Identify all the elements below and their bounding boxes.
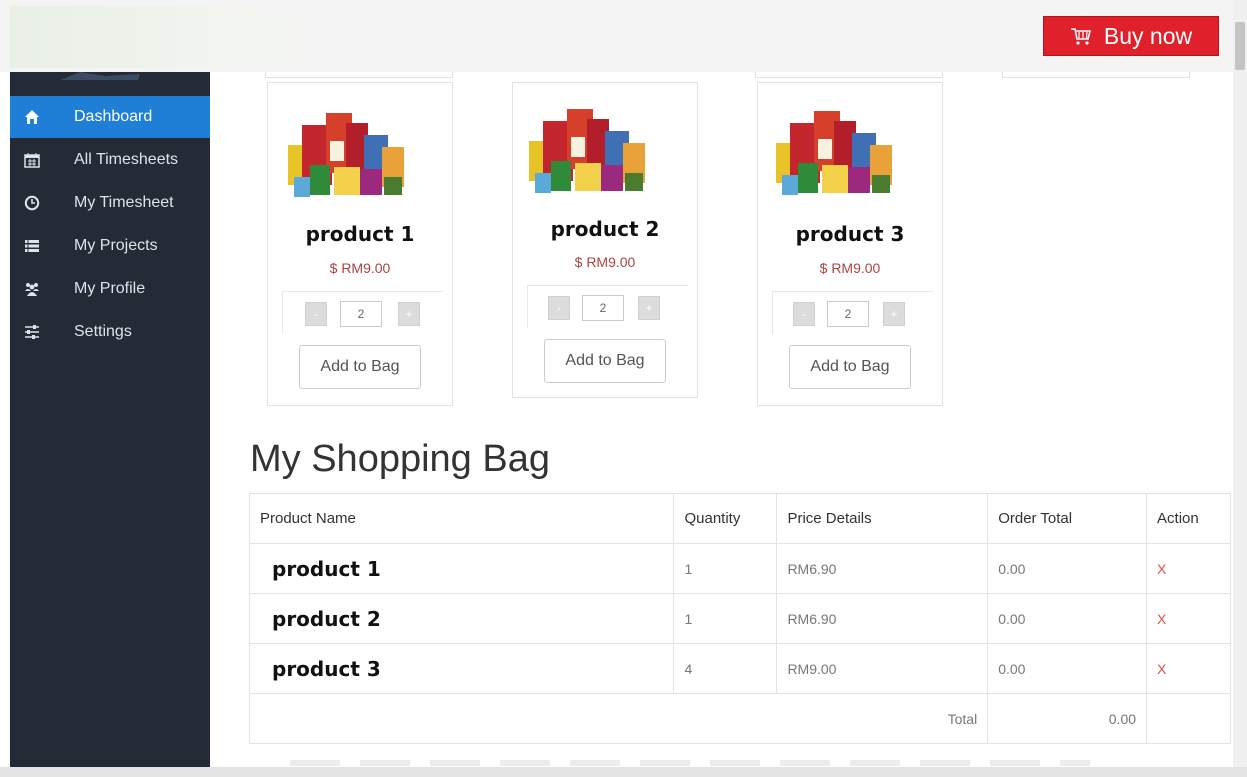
sidebar-item-my-projects[interactable]: My Projects	[10, 225, 210, 267]
card-edge	[265, 72, 453, 78]
product-name: product 3	[795, 222, 905, 246]
sidebar-item-label: All Timesheets	[74, 151, 179, 168]
footer-strip	[290, 760, 1090, 766]
order-total-cell: 0.00	[987, 643, 1148, 694]
price-cell: RM6.90	[776, 593, 989, 644]
quantity-input[interactable]: 2	[582, 295, 624, 321]
add-to-bag-button[interactable]: Add to Bag	[544, 339, 666, 383]
table-row: product 3 4 RM9.00 0.00 X	[248, 643, 1231, 694]
quantity-stepper: - 2 +	[772, 291, 933, 334]
shopping-bag-table: Product Name Quantity Price Details Orde…	[248, 493, 1231, 744]
product-price: $ RM9.00	[574, 254, 636, 270]
quantity-cell: 4	[673, 643, 778, 694]
product-price: $ RM9.00	[329, 260, 391, 276]
order-total-cell: 0.00	[987, 593, 1148, 644]
horizontal-scrollbar[interactable]	[0, 767, 1247, 777]
sidebar-item-dashboard[interactable]: Dashboard	[10, 96, 210, 138]
increment-button[interactable]: +	[638, 296, 660, 320]
quantity-stepper: - 2 +	[527, 285, 688, 328]
sidebar-item-label: My Projects	[74, 237, 158, 254]
users-icon	[25, 283, 39, 296]
column-header: Quantity	[673, 493, 778, 544]
remove-item-button[interactable]: X	[1146, 543, 1231, 594]
vertical-scrollbar-thumb[interactable]	[1235, 22, 1245, 70]
remove-item-button[interactable]: X	[1146, 593, 1231, 644]
add-to-bag-button[interactable]: Add to Bag	[789, 345, 911, 389]
card-edge	[1002, 72, 1190, 78]
sidebar-item-label: Settings	[74, 323, 132, 340]
logo-icon	[60, 72, 140, 80]
list-icon	[25, 240, 39, 252]
sidebar-item-all-timesheets[interactable]: All Timesheets	[10, 139, 210, 181]
buy-now-button[interactable]: Buy now	[1043, 16, 1219, 56]
card-edge	[755, 72, 943, 78]
sidebar-item-my-profile[interactable]: My Profile	[10, 268, 210, 310]
order-total-cell: 0.00	[987, 543, 1148, 594]
empty-cell	[1146, 693, 1231, 744]
product-image	[776, 111, 892, 195]
column-header: Price Details	[776, 493, 989, 544]
quantity-stepper: - 2 +	[282, 291, 443, 334]
table-row: product 2 1 RM6.90 0.00 X	[248, 593, 1231, 644]
logo-area	[10, 6, 350, 68]
sidebar-item-label: My Timesheet	[74, 194, 174, 211]
product-name: product 1	[305, 222, 415, 246]
table-header-row: Product Name Quantity Price Details Orde…	[248, 493, 1231, 544]
total-value: 0.00	[987, 693, 1148, 744]
product-name: product 2	[550, 217, 660, 241]
calendar-icon	[24, 153, 40, 168]
buy-now-label: Buy now	[1103, 22, 1193, 49]
product-card: product 3 $ RM9.00 - 2 + Add to Bag	[757, 82, 943, 406]
product-name-cell: product 2	[248, 593, 675, 644]
sidebar-item-label: My Profile	[74, 280, 146, 297]
column-header: Action	[1146, 493, 1231, 544]
quantity-cell: 1	[673, 593, 778, 644]
product-name-cell: product 3	[248, 643, 675, 694]
decrement-button[interactable]: -	[548, 296, 570, 320]
increment-button[interactable]: +	[398, 302, 420, 326]
decrement-button[interactable]: -	[305, 302, 327, 326]
price-cell: RM9.00	[776, 643, 989, 694]
product-image	[288, 113, 404, 197]
quantity-cell: 1	[673, 543, 778, 594]
column-header: Order Total	[987, 493, 1148, 544]
quantity-input[interactable]: 2	[827, 301, 869, 327]
decrement-button[interactable]: -	[793, 302, 815, 326]
sidebar-item-settings[interactable]: Settings	[10, 311, 210, 353]
shopping-bag-title: My Shopping Bag	[250, 438, 550, 480]
remove-item-button[interactable]: X	[1146, 643, 1231, 694]
add-to-bag-button[interactable]: Add to Bag	[299, 345, 421, 389]
price-cell: RM6.90	[776, 543, 989, 594]
table-row: product 1 1 RM6.90 0.00 X	[248, 543, 1231, 594]
product-price: $ RM9.00	[819, 260, 881, 276]
increment-button[interactable]: +	[883, 302, 905, 326]
table-total-row: Total 0.00	[248, 693, 1231, 744]
cart-icon	[1070, 28, 1091, 45]
column-header: Product Name	[248, 493, 675, 544]
product-name-cell: product 1	[248, 543, 675, 594]
quantity-input[interactable]: 2	[340, 301, 382, 327]
product-card: product 2 $ RM9.00 - 2 + Add to Bag	[512, 82, 698, 398]
product-image	[529, 109, 645, 193]
sliders-icon	[25, 325, 39, 339]
product-card: product 1 $ RM9.00 - 2 + Add to Bag	[267, 82, 453, 406]
vertical-scrollbar[interactable]	[1233, 0, 1247, 768]
clock-icon	[24, 195, 40, 211]
total-label: Total	[248, 693, 989, 744]
sidebar-item-my-timesheet[interactable]: My Timesheet	[10, 182, 210, 224]
home-icon	[25, 110, 39, 124]
sidebar: Dashboard All Timesheets My Timesheet My…	[10, 72, 210, 767]
sidebar-item-label: Dashboard	[74, 108, 153, 125]
